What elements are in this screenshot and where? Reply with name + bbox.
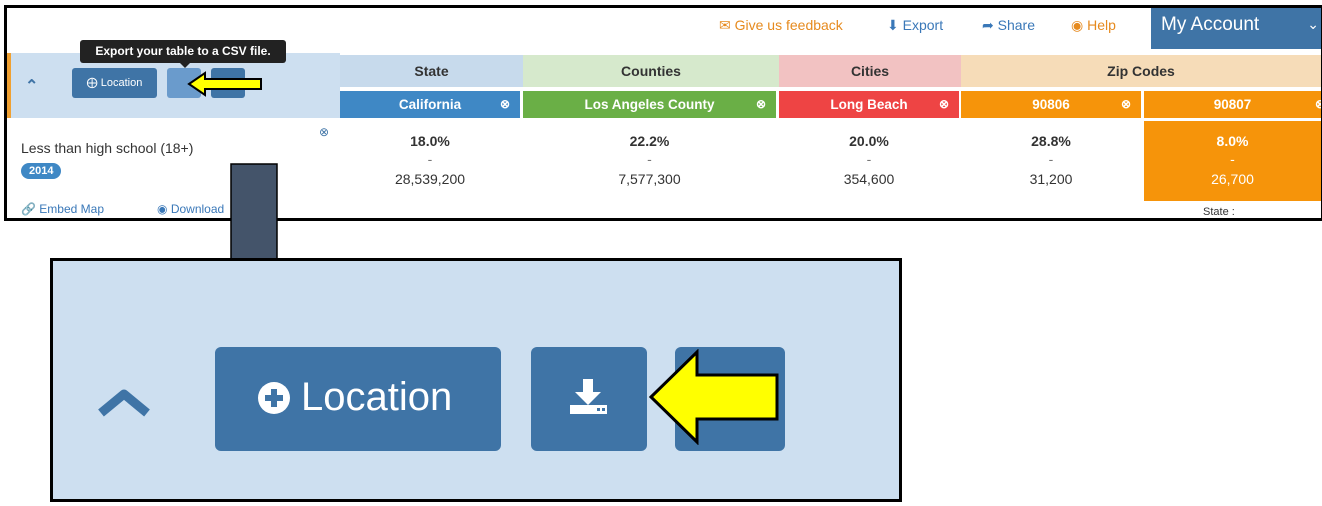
collapse-chevron-icon[interactable]: ⌃ [25,76,38,96]
feedback-link[interactable]: ✉ Give us feedback [719,17,843,34]
yellow-arrow-small [187,71,262,97]
share-link[interactable]: ➦ Share [982,17,1035,34]
share-icon: ➦ [982,17,994,33]
chevron-down-icon: ⌄ [1307,16,1319,32]
megaphone-icon: ✉ [719,17,731,33]
place-90806[interactable]: 90806 ⊗ [961,91,1141,118]
plus-circle-icon: ⨁ [86,77,98,89]
place-90807[interactable]: 90807⊗ [1144,91,1321,118]
cell-city: 20.0% -354,600 [843,133,895,187]
embed-map-link[interactable]: 🔗 Embed Map [21,202,104,216]
row-label: Less than high school (18+) [21,140,194,156]
export-link[interactable]: ⬇ Export [887,17,943,34]
state-note: State : [1203,206,1235,218]
add-location-button-zoomed[interactable]: Location [215,347,501,451]
counties-header: Counties [523,55,779,87]
plus-circle-icon [258,382,290,414]
download-circle-icon: ◉ [157,202,168,216]
cell-state: 18.0% -28,539,200 [394,133,466,187]
download-icon: ⬇ [887,17,899,33]
place-long-beach[interactable]: Long Beach ⊗ [779,91,959,118]
yellow-arrow-large [649,349,779,445]
link-icon: 🔗 [21,202,36,216]
export-tooltip: Export your table to a CSV file. [80,40,286,68]
location-label: Location [301,375,453,419]
add-location-button[interactable]: ⨁ Location [72,68,157,98]
zip-header: Zip Codes [961,55,1321,87]
cell-zip-90807: 8.0% -26,700 [1144,121,1321,201]
help-icon: ◉ [1071,17,1084,33]
row-remove-icon[interactable]: ⊗ [319,125,329,139]
download-icon [570,379,607,414]
collapse-chevron-icon[interactable] [97,389,151,419]
export-csv-button-zoomed[interactable] [531,347,647,451]
remove-icon[interactable]: ⊗ [1121,91,1131,118]
zoomed-toolbar: Location [50,258,902,502]
remove-icon[interactable]: ⊗ [1315,91,1321,118]
remove-icon[interactable]: ⊗ [500,91,510,118]
cell-zip-90806: 28.8% -31,200 [1029,133,1073,187]
remove-icon[interactable]: ⊗ [756,91,766,118]
state-header: State [340,55,523,87]
cities-header: Cities [779,55,961,87]
cell-county: 22.2% -7,577,300 [618,133,681,187]
year-badge: 2014 [21,163,62,179]
place-los-angeles-county[interactable]: Los Angeles County ⊗ [523,91,776,118]
account-menu[interactable]: My Account ⌄ [1151,8,1321,49]
top-screenshot: ✉ Give us feedback ⬇ Export ➦ Share ◉ He… [4,5,1322,221]
remove-icon[interactable]: ⊗ [939,91,949,118]
help-link[interactable]: ◉ Help [1071,17,1116,34]
place-california[interactable]: California ⊗ [340,91,520,118]
